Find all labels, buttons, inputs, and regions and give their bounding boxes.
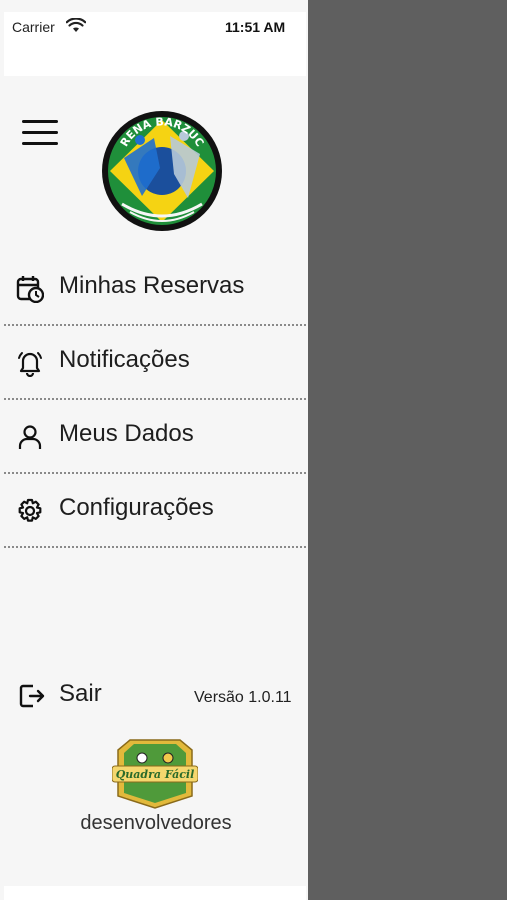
- wifi-icon: [66, 18, 86, 32]
- drawer-overlay[interactable]: [308, 0, 507, 900]
- menu-item-notificacoes[interactable]: Notificações: [4, 326, 306, 400]
- version-label: Versão 1.0.11: [194, 689, 292, 706]
- logout-label: Sair: [59, 680, 102, 707]
- home-indicator-area: [4, 886, 306, 900]
- drawer-menu: Minhas Reservas Notificações Meus Dados: [4, 252, 306, 548]
- menu-toggle-button[interactable]: [22, 120, 58, 146]
- menu-item-label: Configurações: [59, 494, 214, 521]
- carrier-label: Carrier: [12, 19, 55, 35]
- menu-item-label: Notificações: [59, 346, 190, 373]
- status-time: 11:51 AM: [225, 19, 286, 35]
- calendar-clock-icon: [16, 276, 44, 303]
- developers-label: desenvolvedores: [80, 812, 232, 834]
- quadra-facil-logo: Quadra Fácil: [112, 739, 198, 809]
- menu-item-reservas[interactable]: Minhas Reservas: [4, 252, 306, 326]
- side-drawer: Carrier 11:51 AM ARENA BA: [0, 0, 308, 900]
- hamburger-line: [22, 120, 58, 123]
- user-icon: [18, 425, 42, 449]
- arena-logo: ARENA BARZUCA: [102, 108, 222, 231]
- menu-item-label: Minhas Reservas: [59, 272, 245, 299]
- quadra-facil-logo-text: Quadra Fácil: [116, 768, 195, 781]
- logout-icon: [19, 684, 45, 708]
- menu-item-label: Meus Dados: [59, 420, 194, 447]
- hamburger-line: [22, 131, 58, 134]
- status-bar: Carrier 11:51 AM: [4, 12, 306, 76]
- menu-item-configuracoes[interactable]: Configurações: [4, 474, 306, 548]
- hamburger-line: [22, 142, 58, 145]
- gear-icon: [18, 498, 42, 522]
- bell-icon: [18, 352, 42, 377]
- menu-item-meus-dados[interactable]: Meus Dados: [4, 400, 306, 474]
